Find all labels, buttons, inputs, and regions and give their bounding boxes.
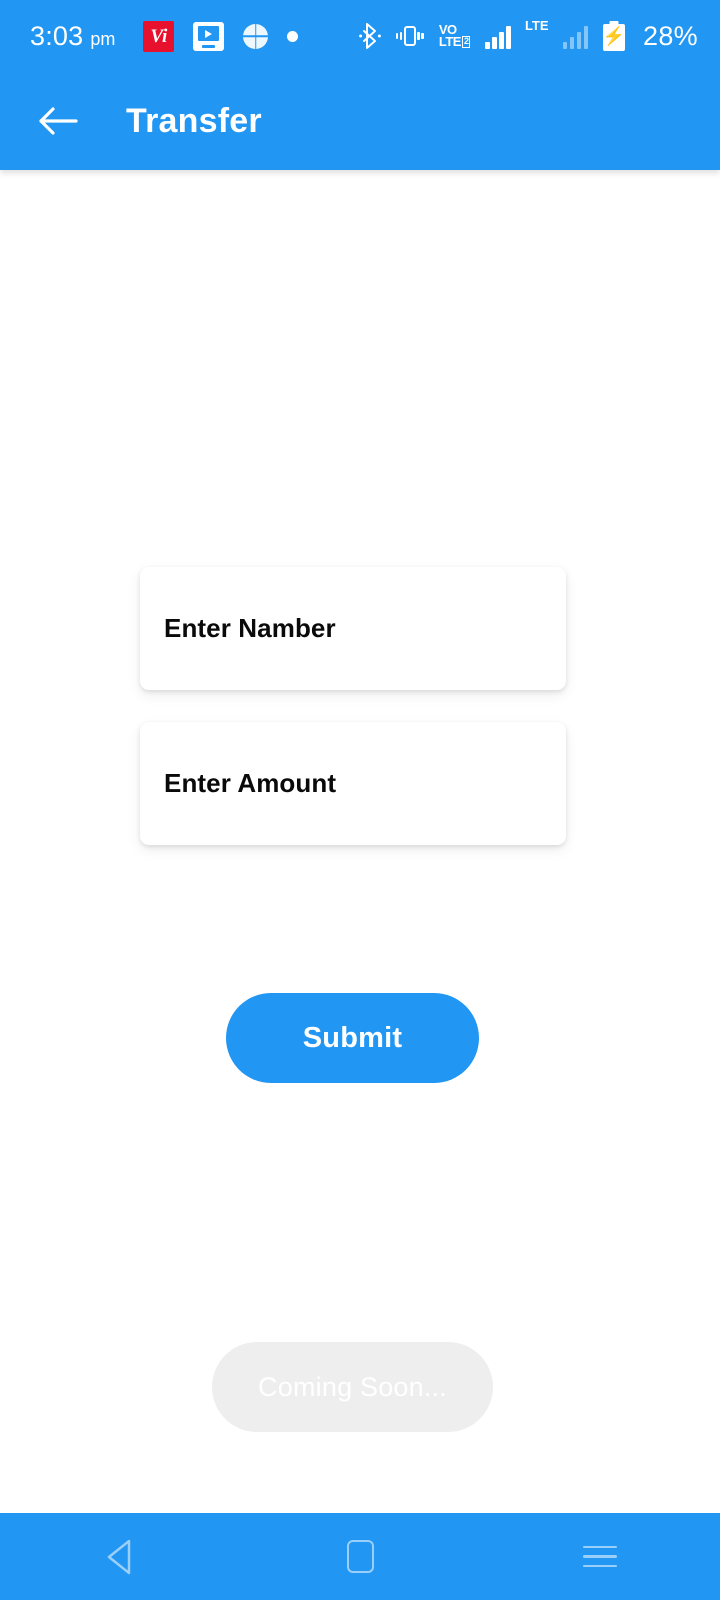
coming-soon-toast: Coming Soon...: [212, 1342, 493, 1432]
battery-charging-icon: ⚡: [603, 21, 625, 51]
volte-line2: LTE: [438, 34, 462, 49]
volte-icon: VO LTE 2: [438, 22, 471, 49]
volte-sim-badge: 2: [461, 36, 471, 49]
header-block: 3:03 pm Vi VO LTE 2 LTE ⚡ 28% Transfer: [0, 0, 720, 170]
coming-soon-toast-label: Coming Soon...: [258, 1371, 447, 1402]
generic-notification-dot-icon: [287, 30, 299, 42]
number-input-card[interactable]: Enter Namber: [140, 567, 566, 690]
video-player-icon: [193, 21, 225, 51]
nav-back-triangle-icon: [107, 1539, 131, 1574]
vi-carrier-app-icon: Vi: [143, 20, 175, 52]
main-content: Enter Namber Enter Amount Submit Coming …: [0, 170, 720, 1513]
phone-screen: 3:03 pm Vi VO LTE 2 LTE ⚡ 28% Transfer E…: [0, 0, 720, 1600]
status-bar-am-pm: pm: [90, 29, 116, 49]
status-bar-clock: 3:03: [30, 20, 84, 51]
back-arrow-icon[interactable]: [22, 85, 94, 157]
lte-icon: LTE: [524, 17, 549, 33]
number-input-label: Enter Namber: [164, 613, 336, 643]
signal-sim1-icon: [485, 23, 511, 49]
signal-sim2-icon: [562, 23, 589, 49]
nav-home-square-icon: [346, 1540, 374, 1573]
battery-percent-label: 28%: [643, 20, 698, 51]
status-bar: 3:03 pm Vi VO LTE 2 LTE ⚡ 28%: [0, 0, 720, 72]
nav-back-button[interactable]: [65, 1513, 175, 1600]
submit-button[interactable]: Submit: [226, 993, 479, 1083]
vibrate-mode-icon: [395, 23, 424, 49]
page-title: Transfer: [126, 101, 262, 140]
globe-browser-icon: [243, 23, 269, 49]
status-bar-left: 3:03 pm Vi: [30, 20, 299, 52]
amount-input-label: Enter Amount: [164, 768, 337, 798]
android-navigation-bar: [0, 1513, 720, 1600]
notification-icons: Vi: [143, 20, 299, 52]
status-bar-right: VO LTE 2 LTE ⚡ 28%: [358, 17, 698, 51]
app-bar: Transfer: [0, 72, 720, 170]
nav-recents-lines-icon: [583, 1545, 617, 1568]
bluetooth-icon: [358, 23, 381, 49]
nav-recents-button[interactable]: [545, 1513, 655, 1600]
amount-input-card[interactable]: Enter Amount: [140, 722, 566, 845]
nav-home-button[interactable]: [305, 1513, 415, 1600]
